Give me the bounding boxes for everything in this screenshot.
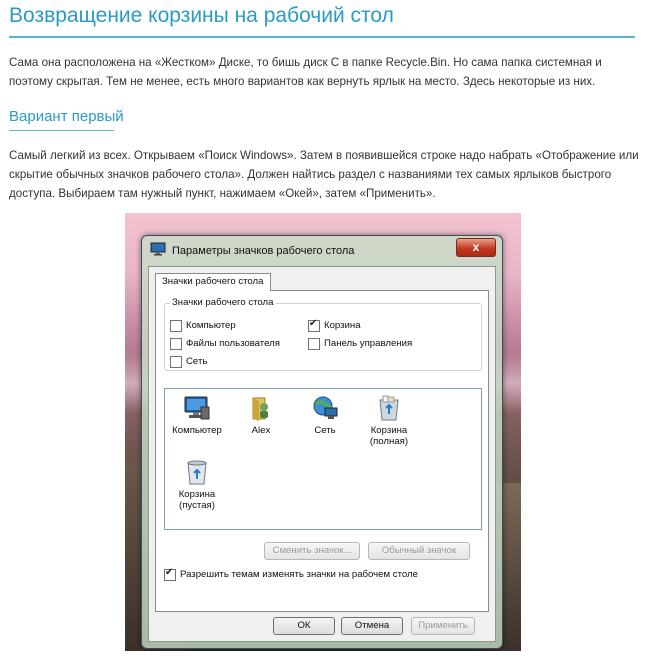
desktop-icon-settings-dialog: Параметры значков рабочего стола x Значк… (141, 235, 503, 649)
checkbox-recycle-bin-label[interactable]: Корзина (324, 320, 361, 331)
icon-item-recycle-full-label: Корзина (полная) (369, 425, 409, 447)
user-folder-icon (252, 397, 268, 421)
article-title: Возвращение корзины на рабочий стол (9, 4, 394, 27)
tab-desktop-icons[interactable]: Значки рабочего стола (155, 273, 271, 291)
computer-icon (184, 396, 210, 420)
icon-item-user[interactable]: Alex (229, 395, 293, 436)
body-paragraph: Самый легкий из всех. Открываем «Поиск W… (9, 149, 639, 200)
icon-item-network[interactable]: Сеть (293, 395, 357, 436)
default-icon-button[interactable]: Обычный значок (368, 542, 470, 560)
icon-item-recycle-full[interactable]: Корзина (полная) (357, 395, 421, 447)
apply-button[interactable]: Применить (411, 617, 475, 635)
dialog-title: Параметры значков рабочего стола (172, 245, 355, 257)
section-heading-underline (9, 130, 114, 131)
dialog-client-area: Значки рабочего стола Значки рабочего ст… (148, 266, 496, 642)
icon-item-recycle-empty-label: Корзина (пустая) (178, 489, 216, 511)
checkbox-control-panel-label[interactable]: Панель управления (324, 338, 412, 349)
recycle-bin-empty-icon (187, 460, 207, 485)
title-divider (9, 36, 635, 38)
change-icon-button[interactable]: Сменить значок... (264, 542, 360, 560)
group-label: Значки рабочего стола (170, 297, 276, 308)
desktop-icons-group (164, 303, 482, 371)
icon-preview-list[interactable]: Компьютер Alex Сеть Корзина (полная) Кор… (164, 388, 482, 530)
checkbox-computer-label[interactable]: Компьютер (186, 320, 236, 331)
dialog-titlebar[interactable]: Параметры значков рабочего стола x (142, 236, 502, 264)
checkbox-user-files-label[interactable]: Файлы пользователя (186, 338, 280, 349)
checkbox-control-panel[interactable] (308, 338, 320, 350)
intro-paragraph: Сама она расположена на «Жестком» Диске,… (9, 56, 602, 88)
icon-item-computer[interactable]: Компьютер (165, 395, 229, 436)
icon-item-computer-label: Компьютер (172, 425, 222, 436)
checkbox-user-files[interactable] (170, 338, 182, 350)
checkbox-allow-themes[interactable] (164, 567, 176, 581)
monitor-icon (150, 242, 166, 256)
checkbox-recycle-bin[interactable] (308, 318, 320, 332)
icon-item-user-label: Alex (251, 425, 271, 436)
icon-item-network-label: Сеть (314, 425, 336, 436)
icon-item-recycle-empty[interactable]: Корзина (пустая) (165, 459, 229, 511)
network-icon (313, 396, 338, 419)
close-button[interactable]: x (456, 238, 496, 257)
checkbox-allow-themes-label[interactable]: Разрешить темам изменять значки на рабоч… (180, 569, 418, 580)
recycle-bin-full-icon (379, 395, 399, 421)
checkbox-network[interactable] (170, 356, 182, 368)
checkbox-network-label[interactable]: Сеть (186, 356, 207, 367)
cancel-button[interactable]: Отмена (341, 617, 403, 635)
screenshot-image: Параметры значков рабочего стола x Значк… (125, 213, 521, 651)
checkbox-computer[interactable] (170, 320, 182, 332)
tab-panel: Значки рабочего стола Компьютер Файлы по… (155, 290, 489, 612)
ok-button[interactable]: ОК (273, 617, 335, 635)
section-heading: Вариант первый (9, 108, 124, 125)
